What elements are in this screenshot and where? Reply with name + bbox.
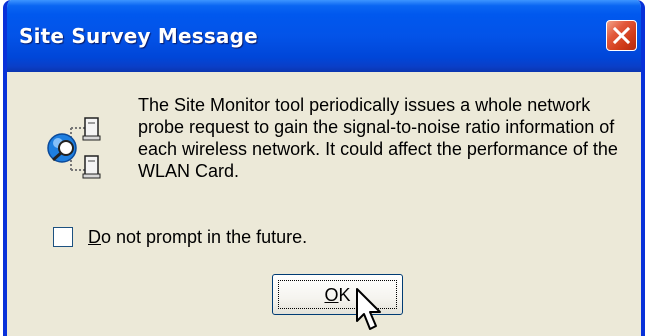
close-icon bbox=[612, 26, 631, 45]
mouse-cursor-icon bbox=[356, 288, 381, 330]
dialog-content: The Site Monitor tool periodically issue… bbox=[7, 72, 641, 336]
site-monitor-icon bbox=[47, 117, 101, 179]
title-bar[interactable]: Site Survey Message bbox=[7, 0, 641, 72]
message-text: The Site Monitor tool periodically issue… bbox=[138, 95, 618, 181]
dialog-window: Site Survey Message The Site Monitor too… bbox=[3, 0, 645, 336]
window-title: Site Survey Message bbox=[19, 24, 258, 48]
close-button[interactable] bbox=[606, 20, 637, 51]
do-not-prompt-checkbox[interactable] bbox=[53, 227, 73, 247]
checkbox-label[interactable]: Do not prompt in the future. bbox=[88, 226, 307, 248]
